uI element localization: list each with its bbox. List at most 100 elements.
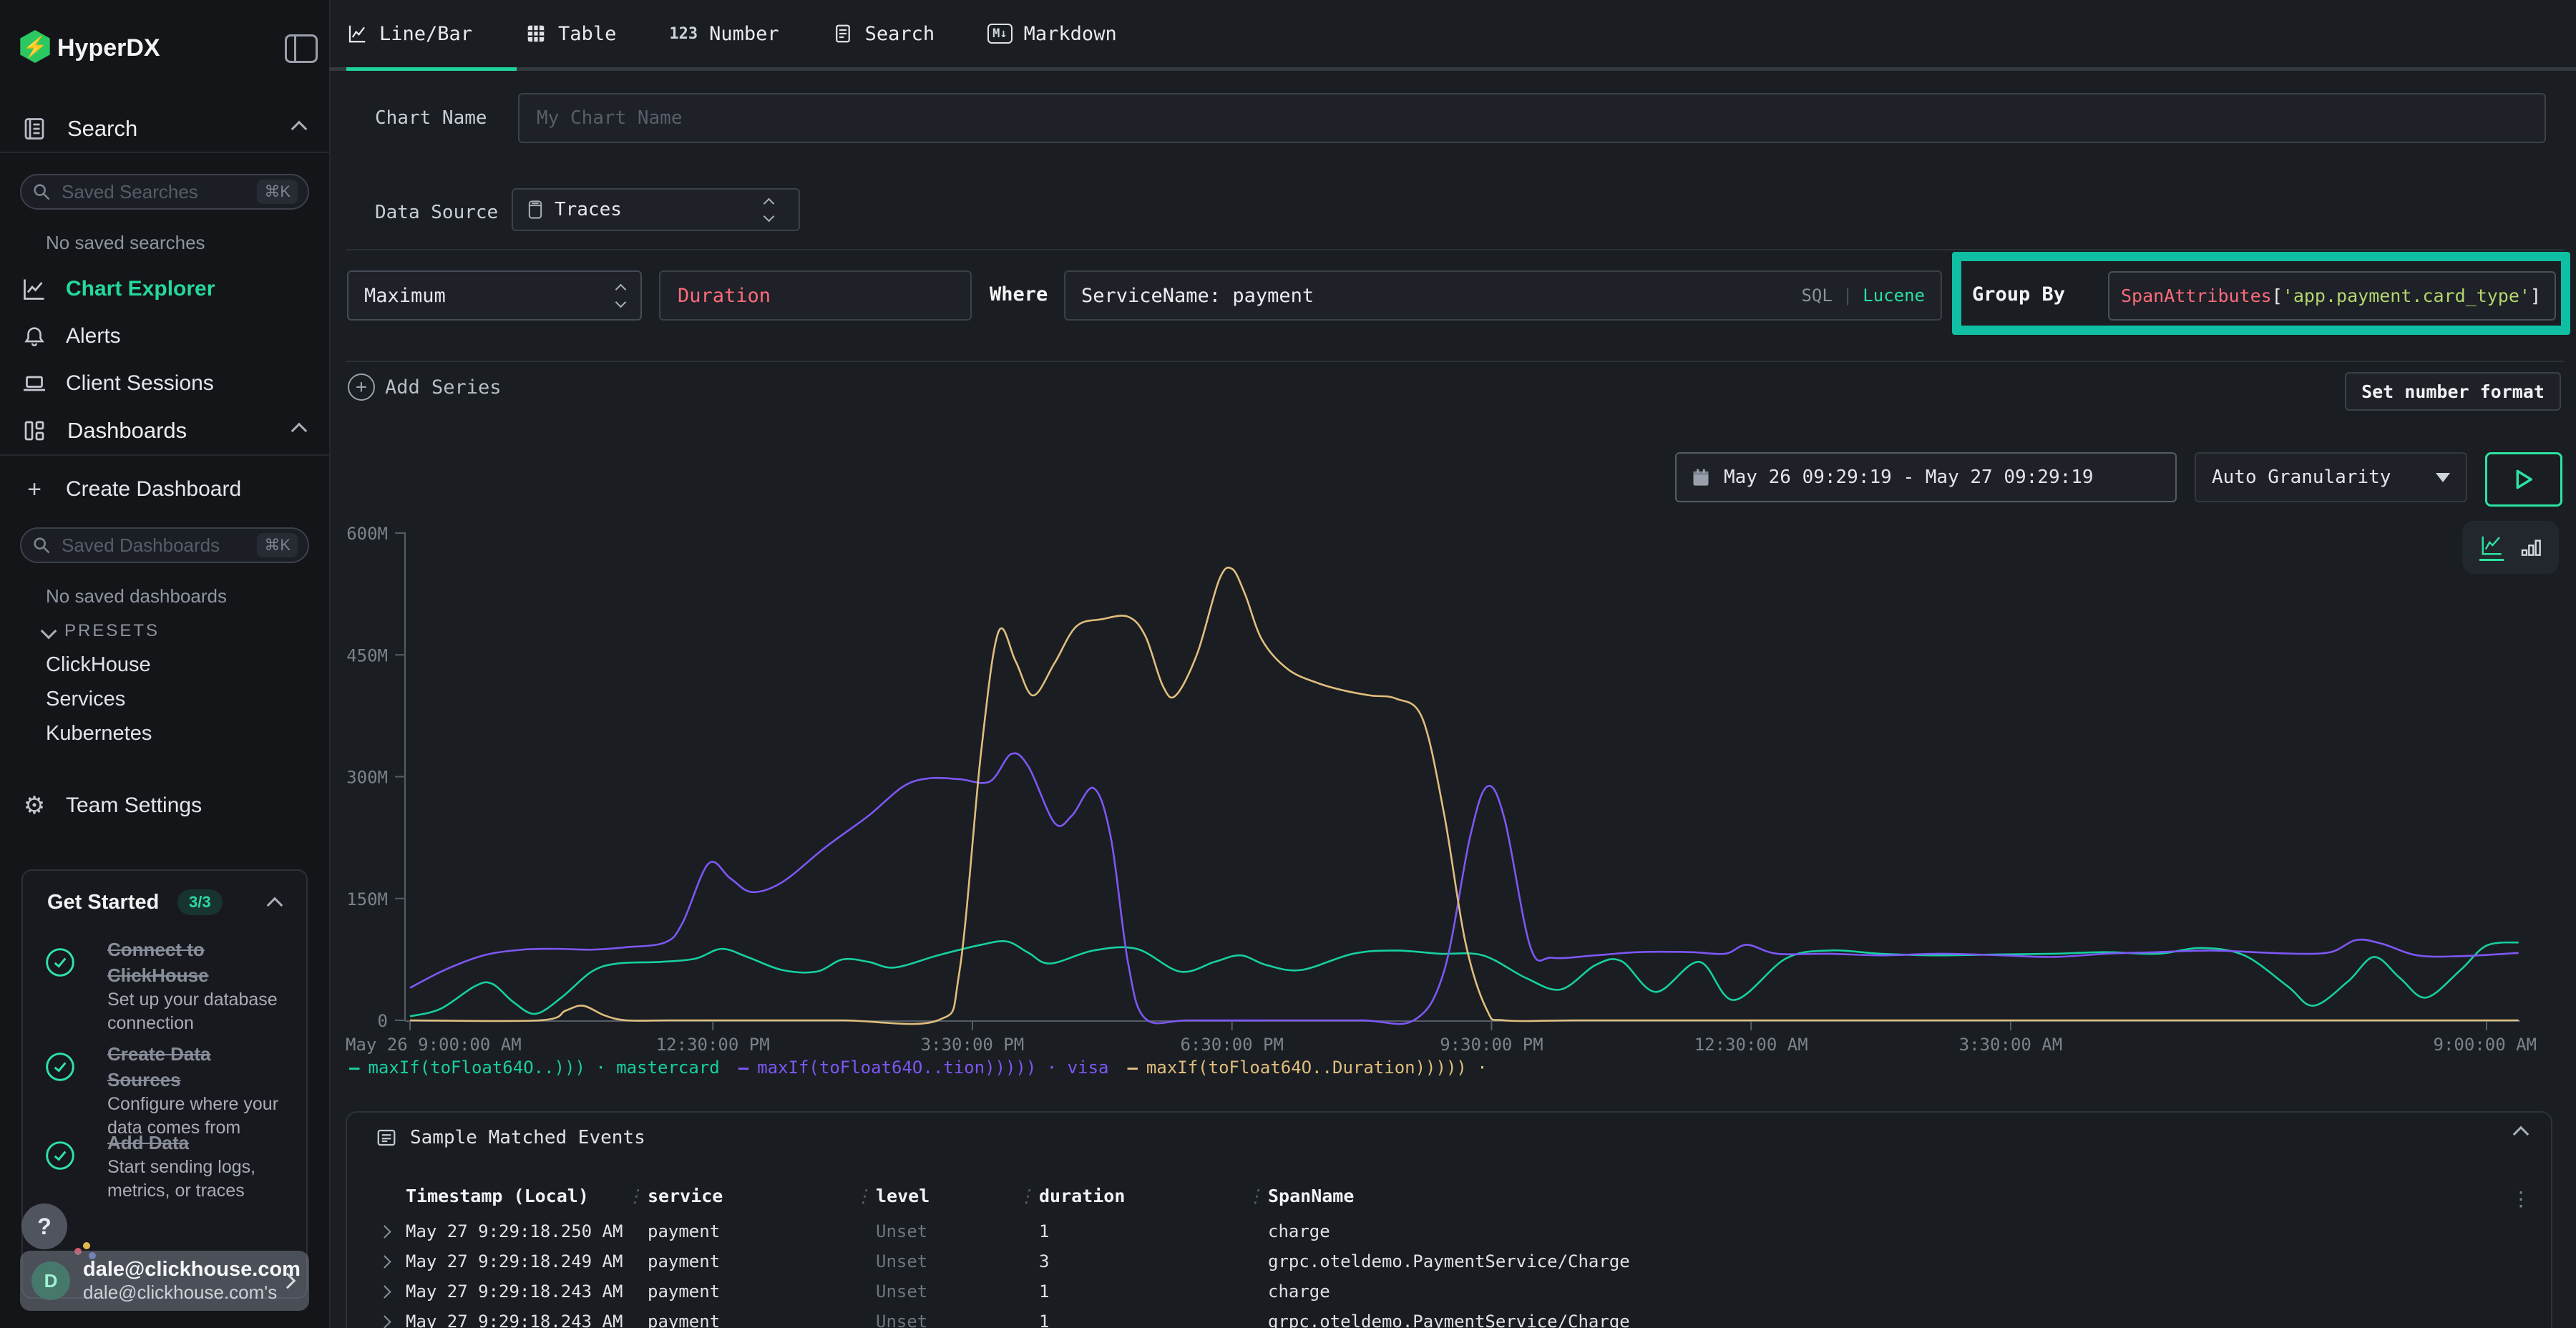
user-email: dale@clickhouse.com	[83, 1258, 282, 1281]
legend-label: maxIf(toFloat64O..Duration))))) ·	[1146, 1058, 1488, 1078]
no-saved-dashboards-text: No saved dashboards	[46, 585, 227, 607]
table-row[interactable]: May 27 9:29:18.243 AMpayment Unset1 char…	[380, 1277, 2519, 1306]
line-chart-icon	[346, 23, 368, 44]
saved-searches-input[interactable]: ⌘K	[20, 174, 309, 210]
svg-text:12:30:00 AM: 12:30:00 AM	[1694, 1035, 1808, 1055]
check-circle-icon	[44, 1140, 76, 1171]
run-query-button[interactable]	[2485, 452, 2562, 507]
svg-text:9:00:00 AM: 9:00:00 AM	[2434, 1035, 2537, 1055]
play-icon	[2513, 468, 2534, 491]
svg-text:6:30:00 PM: 6:30:00 PM	[1180, 1035, 1284, 1055]
sidebar-section-dashboards[interactable]: Dashboards	[0, 411, 329, 451]
expand-row-icon[interactable]	[378, 1255, 391, 1268]
plus-circle-icon: +	[348, 374, 375, 401]
onboarding-item-connect[interactable]: Connect to ClickHouse Set up your databa…	[44, 937, 288, 1035]
table-row[interactable]: May 27 9:29:18.250 AMpayment Unset1 char…	[380, 1217, 2519, 1246]
sidebar-item-chart-explorer[interactable]: Chart Explorer	[0, 270, 329, 308]
avatar: D	[31, 1261, 70, 1300]
sidebar-section-search[interactable]: Search	[0, 109, 329, 149]
sql-mode-toggle[interactable]: SQL	[1801, 285, 1832, 306]
expand-row-icon[interactable]	[378, 1225, 391, 1238]
saved-searches-field[interactable]	[60, 180, 257, 204]
svg-text:0: 0	[378, 1011, 388, 1031]
lucene-mode-toggle[interactable]: Lucene	[1863, 285, 1925, 306]
svg-text:9:30:00 PM: 9:30:00 PM	[1440, 1035, 1543, 1055]
table-icon	[525, 23, 547, 44]
column-service[interactable]: ⋮service	[648, 1186, 876, 1206]
group-by-input[interactable]: SpanAttributes['app.payment.card_type']	[2108, 271, 2556, 321]
sidebar-collapse-icon[interactable]	[285, 34, 318, 63]
set-number-format-button[interactable]: Set number format	[2345, 372, 2561, 411]
presets-toggle[interactable]: PRESETS	[43, 621, 160, 641]
granularity-select[interactable]: Auto Granularity	[2195, 452, 2467, 502]
svg-text:150M: 150M	[346, 889, 388, 909]
preset-kubernetes[interactable]: Kubernetes	[46, 722, 152, 746]
check-circle-icon	[44, 1051, 76, 1083]
expand-row-icon[interactable]	[378, 1315, 391, 1328]
time-range-input[interactable]: May 26 09:29:19 - May 27 09:29:19	[1675, 452, 2177, 502]
timeseries-chart[interactable]: 0150M300M450M600MMay 26 9:00:00 AM12:30:…	[329, 515, 2576, 1059]
user-org: dale@clickhouse.com's	[83, 1281, 282, 1304]
sidebar-dashboards-label: Dashboards	[67, 418, 187, 444]
svg-text:May 26 9:00:00 AM: May 26 9:00:00 AM	[346, 1035, 522, 1055]
chevron-down-icon	[41, 623, 57, 640]
chart-name-input[interactable]	[518, 93, 2546, 143]
preset-clickhouse[interactable]: ClickHouse	[46, 653, 151, 677]
create-dashboard-button[interactable]: + Create Dashboard	[0, 470, 329, 509]
table-row[interactable]: May 27 9:29:18.249 AMpayment Unset3 grpc…	[380, 1247, 2519, 1276]
sidebar-item-alerts[interactable]: Alerts	[0, 317, 329, 356]
add-series-button[interactable]: + Add Series	[348, 374, 502, 401]
tab-search[interactable]: Search	[832, 23, 935, 45]
where-label: Where	[990, 283, 1048, 306]
svg-text:3:30:00 AM: 3:30:00 AM	[1959, 1035, 2063, 1055]
chart-name-label: Chart Name	[375, 107, 487, 129]
where-input[interactable]: ServiceName: payment SQL | Lucene	[1064, 270, 1942, 321]
help-button[interactable]: ?	[21, 1204, 67, 1249]
sidebar-item-team-settings[interactable]: ⚙ Team Settings	[0, 786, 329, 825]
column-spanname[interactable]: ⋮SpanName	[1268, 1186, 2519, 1206]
onboarding-item-add-data[interactable]: Add Data Start sending logs, metrics, or…	[44, 1130, 288, 1203]
column-duration[interactable]: ⋮duration	[1039, 1186, 1268, 1206]
chart-legend: —maxIf(toFloat64O..))) · mastercard—maxI…	[349, 1058, 1488, 1078]
data-source-select[interactable]: Traces	[512, 188, 800, 231]
aggregation-select[interactable]: Maximum	[347, 270, 642, 321]
user-menu[interactable]: D dale@clickhouse.com dale@clickhouse.co…	[20, 1251, 309, 1311]
column-timestamp[interactable]: Timestamp (Local)	[406, 1186, 648, 1206]
bell-icon	[20, 322, 49, 351]
events-table-header: Timestamp (Local) ⋮service ⋮level ⋮durat…	[380, 1178, 2519, 1213]
legend-item[interactable]: —maxIf(toFloat64O..Duration))))) ·	[1127, 1058, 1487, 1078]
tab-markdown[interactable]: M↓ Markdown	[987, 23, 1117, 45]
legend-item[interactable]: —maxIf(toFloat64O..tion))))) · visa	[738, 1058, 1109, 1078]
field-input[interactable]	[659, 270, 972, 321]
svg-text:600M: 600M	[346, 524, 388, 544]
123-icon: 123	[669, 25, 698, 43]
table-row[interactable]: May 27 9:29:18.243 AMpayment Unset1 grpc…	[380, 1307, 2519, 1328]
svg-text:12:30:00 PM: 12:30:00 PM	[656, 1035, 770, 1055]
list-icon	[376, 1127, 397, 1148]
sidebar: ⚡ HyperDX Search ⌘K No saved searches	[0, 0, 331, 1328]
saved-dashboards-input[interactable]: ⌘K	[20, 527, 309, 563]
select-chevrons-icon	[617, 285, 625, 306]
chevron-up-icon[interactable]	[267, 897, 283, 914]
sidebar-item-client-sessions[interactable]: Client Sessions	[0, 364, 329, 403]
onboarding-item-data-sources[interactable]: Create Data Sources Configure where your…	[44, 1041, 288, 1140]
chevron-up-icon	[291, 121, 308, 137]
tab-line-bar[interactable]: Line/Bar	[346, 23, 472, 45]
sample-matched-events-panel: Sample Matched Events ⋮ Timestamp (Local…	[346, 1111, 2552, 1328]
column-level[interactable]: ⋮level	[876, 1186, 1039, 1206]
shortcut-badge: ⌘K	[257, 180, 298, 204]
saved-dashboards-field[interactable]	[60, 534, 257, 557]
tab-number[interactable]: 123 Number	[669, 23, 779, 45]
preset-services[interactable]: Services	[46, 688, 125, 711]
legend-marker-icon: —	[349, 1058, 359, 1078]
hyperdx-app: ⚡ HyperDX Search ⌘K No saved searches	[0, 0, 2576, 1328]
hyperdx-logo-icon: ⚡	[19, 30, 52, 63]
legend-marker-icon: —	[738, 1058, 748, 1078]
app-title: HyperDX	[57, 34, 160, 62]
legend-item[interactable]: — maxIf(toFloat64O..))) · mastercard	[349, 1058, 720, 1078]
legend-label: maxIf(toFloat64O..))) · mastercard	[368, 1058, 719, 1078]
search-icon	[31, 182, 52, 202]
no-saved-searches-text: No saved searches	[46, 232, 205, 254]
tab-table[interactable]: Table	[525, 23, 616, 45]
expand-row-icon[interactable]	[378, 1285, 391, 1298]
